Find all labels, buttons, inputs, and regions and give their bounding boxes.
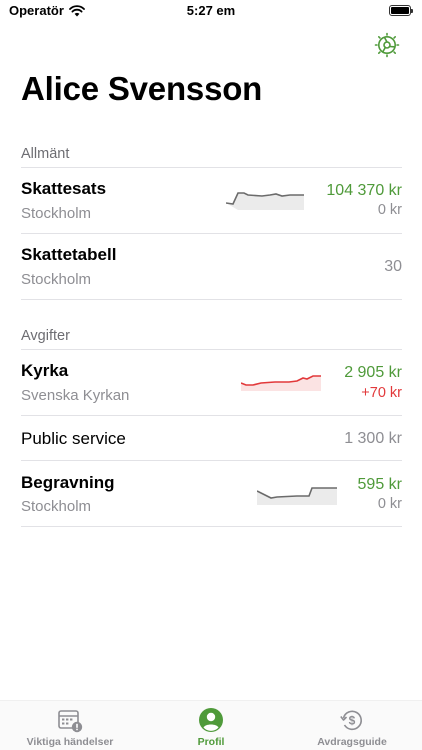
row-subtitle: Svenska Kyrkan: [21, 387, 130, 404]
divider: [21, 526, 402, 527]
row-subtitle: Stockholm: [21, 498, 92, 515]
clock: 5:27 em: [186, 3, 236, 18]
begravning-value: 595 kr: [357, 476, 402, 493]
calendar-alert-icon: [58, 710, 83, 733]
tab-label: Avdragsguide: [317, 736, 387, 748]
skattetabell-value: 30: [384, 258, 402, 275]
begravning-change: 0 kr: [377, 496, 402, 512]
row-kyrka[interactable]: Kyrka Svenska Kyrkan 2 905 kr +70 kr: [21, 350, 402, 416]
public-service-value: 1 300 kr: [344, 430, 402, 447]
row-skattetabell[interactable]: Skattetabell Stockholm 30: [21, 234, 402, 300]
divider: [21, 299, 402, 300]
section-header-general: Allmänt: [21, 146, 70, 162]
row-subtitle: Stockholm: [21, 271, 92, 288]
tab-label: Profil: [197, 736, 225, 748]
row-skattesats[interactable]: Skattesats Stockholm 104 370 kr 0 kr: [21, 168, 402, 234]
tab-avdragsguide[interactable]: $ Avdragsguide: [282, 707, 422, 748]
status-bar: Operatör 5:27 em: [0, 0, 422, 24]
skattesats-value: 104 370 kr: [326, 182, 402, 199]
row-title: Public service: [21, 429, 126, 448]
row-public-service[interactable]: Public service 1 300 kr: [21, 416, 402, 461]
tab-bar: Viktiga händelser Profil $ Avdragsguide: [0, 700, 422, 750]
row-title: Begravning: [21, 473, 115, 492]
kyrka-change: +70 kr: [361, 385, 402, 401]
tab-viktiga-handelser[interactable]: Viktiga händelser: [0, 707, 140, 748]
row-subtitle: Stockholm: [21, 205, 92, 222]
row-begravning[interactable]: Begravning Stockholm 595 kr 0 kr: [21, 461, 402, 527]
person-circle-icon: [199, 708, 223, 732]
tab-profil[interactable]: Profil: [141, 707, 281, 748]
skattesats-sparkline: [226, 192, 304, 210]
begravning-sparkline: [257, 487, 337, 505]
section-header-fees: Avgifter: [21, 328, 70, 344]
row-title: Skattesats: [21, 179, 107, 198]
kyrka-sparkline: [241, 375, 321, 391]
row-title: Kyrka: [21, 361, 69, 380]
row-title: Skattetabell: [21, 245, 117, 264]
tab-label: Viktiga händelser: [26, 736, 114, 748]
kyrka-value: 2 905 kr: [344, 364, 402, 381]
battery-icon: [389, 5, 413, 16]
skattesats-change: 0 kr: [377, 202, 402, 218]
svg-text:$: $: [349, 714, 356, 728]
gear-icon[interactable]: [374, 32, 400, 58]
dollar-refresh-icon: $: [340, 710, 362, 731]
page-title: Alice Svensson: [21, 70, 263, 107]
